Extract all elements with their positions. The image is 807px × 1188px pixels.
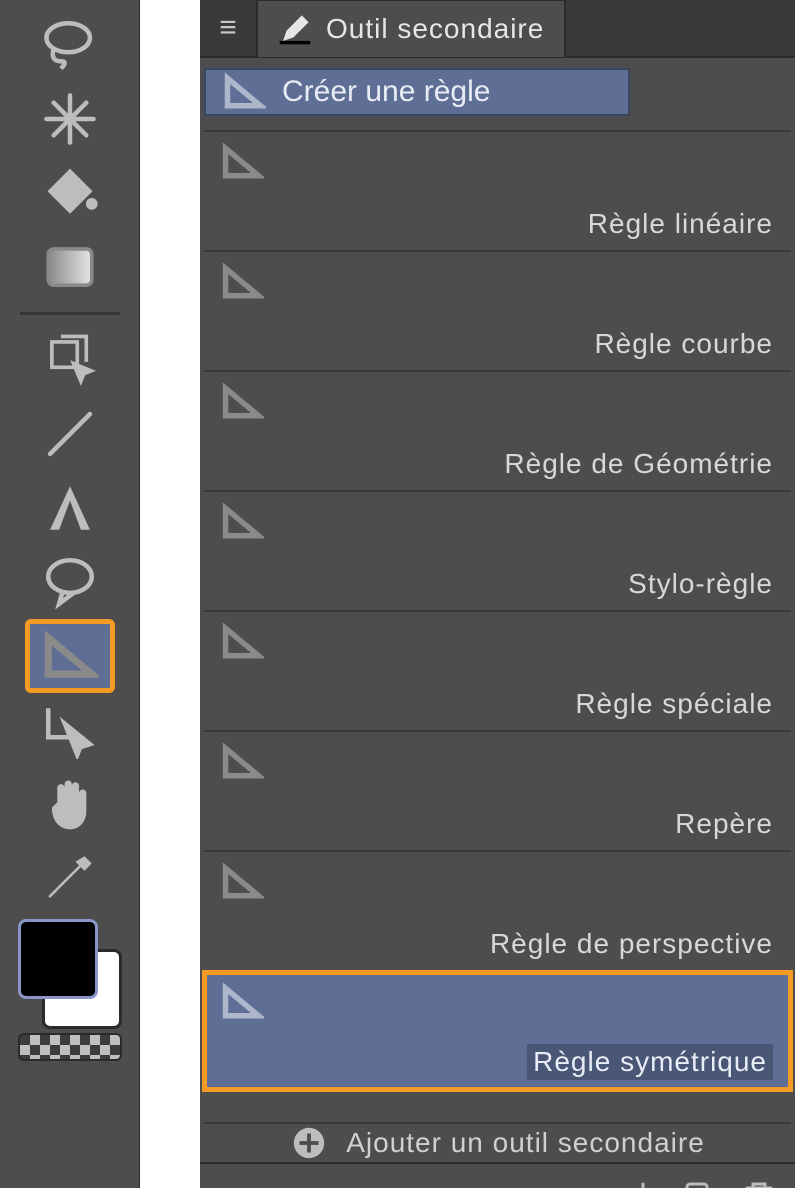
gradient-tool[interactable] [25, 230, 115, 304]
ruler-tool[interactable] [25, 619, 115, 693]
plus-icon [290, 1124, 328, 1162]
text-tool[interactable] [25, 471, 115, 545]
subtool-item-perspective[interactable]: Règle de perspective [204, 850, 791, 970]
subtool-label: Règle symétrique [527, 1044, 773, 1080]
subtool-label: Stylo-règle [628, 568, 773, 600]
import-button[interactable] [617, 1172, 669, 1188]
delete-button[interactable] [733, 1172, 785, 1188]
panel-header: ≡ Outil secondaire [200, 0, 795, 58]
eyedropper-tool[interactable] [25, 841, 115, 915]
color-swatches[interactable] [15, 919, 125, 1029]
panel-menu-button[interactable]: ≡ [200, 0, 256, 56]
ruler-icon [220, 620, 264, 664]
bucket-tool[interactable] [25, 156, 115, 230]
lasso-tool[interactable] [25, 8, 115, 82]
ruler-icon [220, 980, 264, 1024]
ruler-icon [222, 70, 266, 114]
subtool-item-geometrie[interactable]: Règle de Géométrie [204, 370, 791, 490]
panel-tab[interactable]: Outil secondaire [256, 0, 566, 57]
line-tool[interactable] [25, 397, 115, 471]
subtool-item-stylo[interactable]: Stylo-règle [204, 490, 791, 610]
ruler-icon [220, 260, 264, 304]
spacer [140, 0, 200, 1188]
subtool-item-courbe[interactable]: Règle courbe [204, 250, 791, 370]
foreground-color-swatch[interactable] [18, 919, 98, 999]
duplicate-button[interactable] [675, 1172, 727, 1188]
ruler-icon [220, 740, 264, 784]
transparent-swatch[interactable] [18, 1033, 122, 1061]
subtool-panel: ≡ Outil secondaire Créer une règle Règle… [200, 0, 795, 1188]
subtool-item-speciale[interactable]: Règle spéciale [204, 610, 791, 730]
subtool-category[interactable]: Créer une règle [204, 68, 630, 116]
object-select-tool[interactable] [25, 323, 115, 397]
subtool-label: Règle linéaire [588, 208, 773, 240]
pen-icon [278, 12, 312, 46]
subtool-label: Règle spéciale [575, 688, 773, 720]
correct-line-tool[interactable] [25, 693, 115, 767]
panel-footer [200, 1162, 795, 1188]
wand-tool[interactable] [25, 82, 115, 156]
panel-title: Outil secondaire [326, 13, 544, 45]
subtool-item-lineaire[interactable]: Règle linéaire [204, 130, 791, 250]
balloon-tool[interactable] [25, 545, 115, 619]
ruler-icon [220, 500, 264, 544]
ruler-icon [220, 380, 264, 424]
subtool-label: Repère [675, 808, 773, 840]
subtool-label: Règle de perspective [490, 928, 773, 960]
subtool-item-symetrique[interactable]: Règle symétrique [204, 970, 791, 1092]
subtool-label: Règle de Géométrie [504, 448, 773, 480]
hand-tool[interactable] [25, 767, 115, 841]
add-subtool-label: Ajouter un outil secondaire [346, 1127, 705, 1159]
toolbar-divider [20, 312, 120, 315]
category-label: Créer une règle [282, 75, 490, 109]
subtool-item-repere[interactable]: Repère [204, 730, 791, 850]
subtool-label: Règle courbe [594, 328, 773, 360]
main-toolbar [0, 0, 140, 1188]
ruler-icon [220, 140, 264, 184]
ruler-icon [220, 860, 264, 904]
subtool-list: Règle linéaire Règle courbe Règle de Géo… [200, 130, 795, 1092]
add-subtool-button[interactable]: Ajouter un outil secondaire [204, 1122, 791, 1162]
